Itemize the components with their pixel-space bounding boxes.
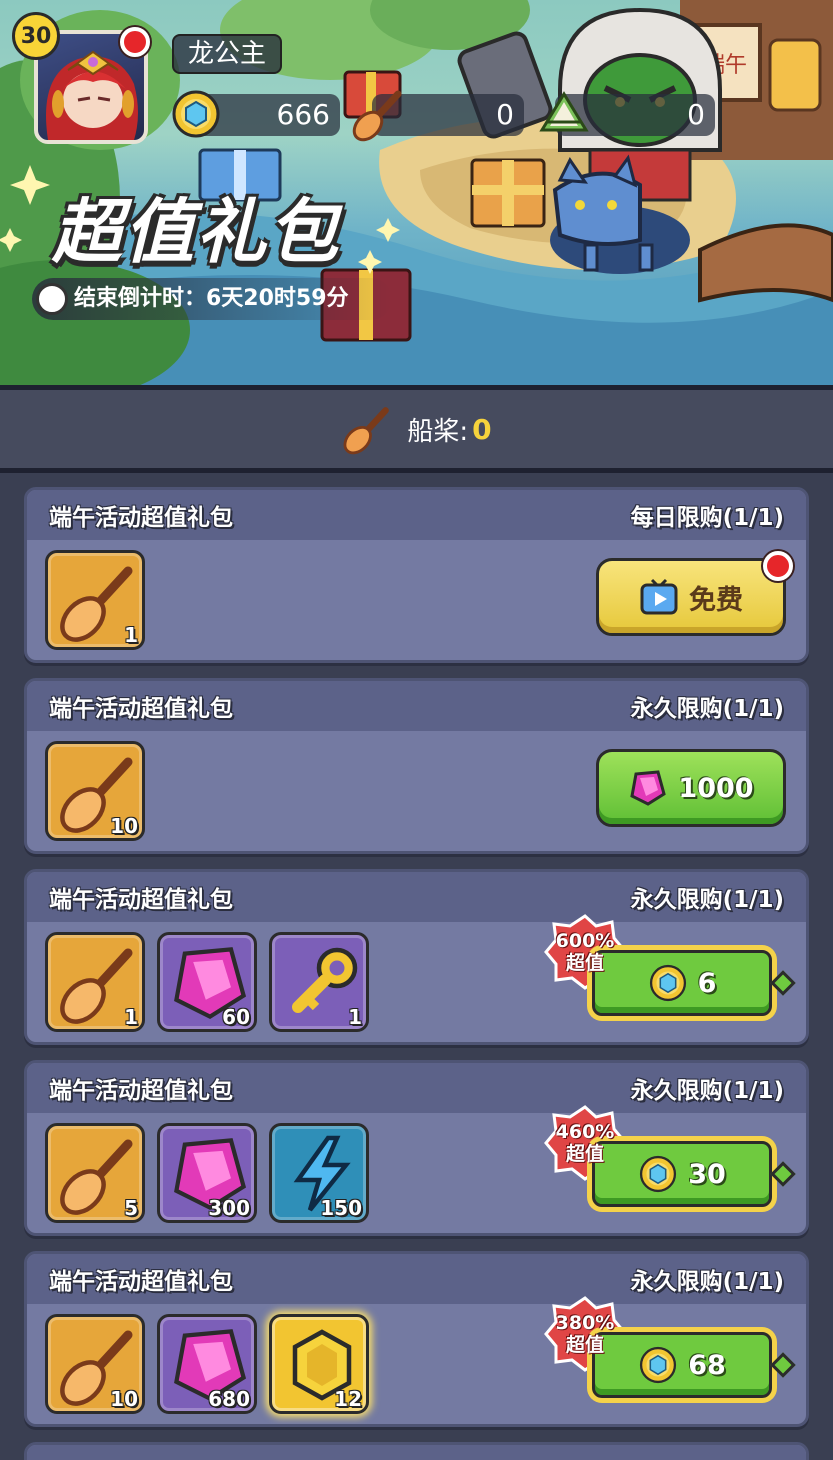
paddle-icon [352, 90, 402, 142]
pack-title: 端午活动超值礼包 [49, 505, 233, 531]
buy-with-coins-button[interactable]: 6 [592, 950, 772, 1016]
gift-pack-card: 端午活动超值礼包 永久限购(1/1) 10 1000 [24, 678, 809, 854]
pack-limit: 永久限购(1/1) [630, 887, 784, 913]
reward-item-paddle[interactable]: 5 [45, 1123, 145, 1223]
notification-dot [120, 27, 150, 57]
item-quantity: 1 [124, 623, 138, 647]
reward-item-gem[interactable]: 60 [157, 932, 257, 1032]
countdown-text: 结束倒计时：6天20时59分 [74, 286, 349, 311]
item-quantity: 5 [124, 1196, 138, 1220]
item-quantity: 150 [320, 1196, 362, 1220]
reward-item-paddle[interactable]: 10 [45, 741, 145, 841]
strip-label: 船桨: [407, 416, 469, 447]
pink-gem-icon [630, 770, 667, 806]
player-name: 龙公主 [172, 34, 283, 74]
item-quantity: 1 [348, 1005, 362, 1029]
pack-limit: 永久限购(1/1) [630, 696, 784, 722]
buy-with-gems-button[interactable]: 1000 [596, 749, 786, 827]
banner-title: 超值礼包 [52, 191, 340, 273]
pack-limit: 永久限购(1/1) [630, 1078, 784, 1104]
item-quantity: 1 [124, 1005, 138, 1029]
coin-price: 30 [688, 1158, 726, 1190]
item-quantity: 10 [110, 1387, 138, 1411]
reward-item-energy[interactable]: 150 [269, 1123, 369, 1223]
value-word: 超值 [565, 1334, 604, 1356]
reward-item-key[interactable]: 1 [269, 932, 369, 1032]
resource-value-coins: 666 [276, 98, 330, 131]
pack-title: 端午活动超值礼包 [49, 887, 233, 913]
pack-title: 端午活动超值礼包 [49, 1269, 233, 1295]
reward-item-gem[interactable]: 300 [157, 1123, 257, 1223]
event-banner: 端午 30 龙公主 666 0 0 超值礼包 结束倒计时：6天20时59分 [0, 0, 833, 385]
diamond-ornament-icon [770, 970, 796, 996]
pack-title: 端午活动超值礼包 [49, 696, 233, 722]
blue-gem-coin-icon [172, 90, 220, 138]
value-percent: 460% [555, 1121, 615, 1143]
clock-icon [36, 283, 68, 315]
blue-gem-coin-icon [640, 1346, 677, 1384]
blue-gem-coin-icon [649, 964, 686, 1002]
reward-item-gem[interactable]: 680 [157, 1314, 257, 1414]
value-percent: 380% [555, 1312, 615, 1334]
reward-item-paddle[interactable]: 10 [45, 1314, 145, 1414]
pack-header: 端午活动超值礼包 永久限购(1/1) [27, 872, 806, 922]
notification-dot [763, 551, 793, 581]
gem-price: 1000 [678, 772, 754, 804]
countdown-timer: 结束倒计时：6天20时59分 [32, 278, 392, 320]
pack-title: 端午活动超值礼包 [49, 1078, 233, 1104]
strip-value: 0 [472, 412, 492, 446]
value-word: 超值 [565, 1143, 604, 1165]
free-claim-button[interactable]: 免费 [596, 551, 793, 636]
player-level: 30 [20, 23, 52, 49]
paddle-currency-strip: 船桨: 0 [0, 385, 833, 473]
blue-gem-coin-icon [640, 1155, 677, 1193]
coin-price: 6 [697, 967, 717, 999]
item-quantity: 12 [334, 1387, 362, 1411]
item-quantity: 680 [208, 1387, 250, 1411]
resource-value-zongzi: 0 [687, 98, 705, 131]
gift-box-icon [470, 158, 546, 228]
value-word: 超值 [565, 952, 604, 974]
pack-header: 端午活动超值礼包 每日限购(1/1) [27, 490, 806, 540]
reward-item-gold-coin[interactable]: 12 [269, 1314, 369, 1414]
gift-pack-card: 端午活动超值礼包 每日限购(1/1) 1 免费 [24, 487, 809, 663]
item-quantity: 300 [208, 1196, 250, 1220]
diamond-ornament-icon [770, 1352, 796, 1378]
item-quantity: 60 [222, 1005, 250, 1029]
reward-item-paddle[interactable]: 1 [45, 932, 145, 1032]
gift-pack-card: 端午活动超值礼包 永久限购(1/1) 5 300 150 460% 超值 30 [24, 1060, 809, 1236]
free-button-label: 免费 [689, 584, 743, 616]
pack-header: 端午活动超值礼包 永久限购(1/1) [27, 681, 806, 731]
pack-limit: 永久限购(1/1) [630, 1269, 784, 1295]
gift-pack-card: 端午活动超值礼包 永久限购(1/1) 10 680 12 380% 超值 68 [24, 1251, 809, 1427]
gift-pack-card: 端午活动超值礼包 永久限购(1/1) 1 60 1 600% 超值 6 [24, 869, 809, 1045]
reward-item-paddle[interactable]: 1 [45, 550, 145, 650]
pack-header: 端午活动超值礼包 永久限购(1/1) [27, 1254, 806, 1304]
video-ad-icon [640, 578, 678, 615]
pack-limit: 每日限购(1/1) [630, 505, 784, 531]
diamond-ornament-icon [770, 1161, 796, 1187]
coin-price: 68 [688, 1349, 726, 1381]
paddle-icon [343, 407, 390, 455]
pack-header [27, 1445, 806, 1460]
gift-pack-card-partial [24, 1442, 809, 1460]
value-percent: 600% [555, 930, 615, 952]
buy-with-coins-button[interactable]: 30 [592, 1141, 772, 1207]
pack-header: 端午活动超值礼包 永久限购(1/1) [27, 1063, 806, 1113]
buy-with-coins-button[interactable]: 68 [592, 1332, 772, 1398]
zongzi-icon [539, 91, 589, 132]
player-level-badge: 30 [12, 12, 60, 60]
resource-value-paddle: 0 [496, 98, 514, 131]
item-quantity: 10 [110, 814, 138, 838]
